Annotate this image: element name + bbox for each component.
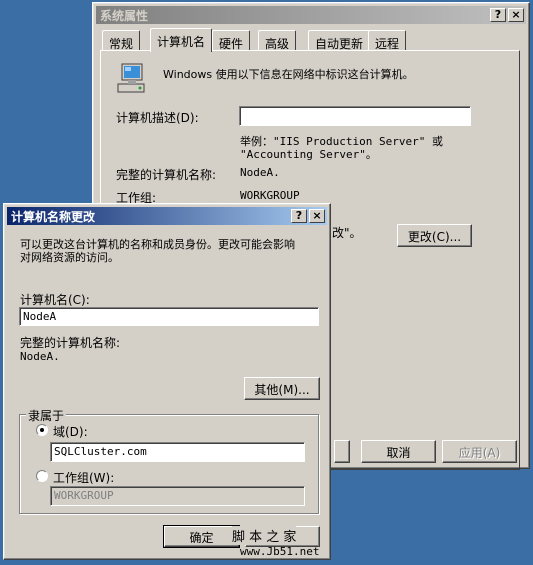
domain-radio[interactable] xyxy=(36,424,48,436)
workgroup-radio-label: 工作组(W): xyxy=(53,471,115,485)
help-button[interactable]: ? xyxy=(490,8,506,22)
dialog-full-name-value: NodeA. xyxy=(20,350,60,363)
member-of-label: 隶属于 xyxy=(26,407,67,424)
apply-button[interactable]: 应用(A) xyxy=(442,440,517,463)
tab-computer-name[interactable]: 计算机名 xyxy=(150,28,213,52)
dialog-title: 计算机名称更改 xyxy=(11,210,96,224)
watermark-text: 脚 本 之 家 xyxy=(232,526,297,545)
dialog-help-icon[interactable]: ? xyxy=(291,209,307,223)
cancel-button[interactable]: 取消 xyxy=(361,440,436,463)
change-button[interactable]: 更改(C)... xyxy=(397,224,472,247)
close-button[interactable]: × xyxy=(508,8,524,22)
tab-advanced[interactable]: 高级 xyxy=(258,30,297,51)
computer-description-label: 计算机描述(D): xyxy=(116,111,199,125)
computer-icon xyxy=(117,63,145,93)
computer-name-input[interactable]: NodeA xyxy=(19,307,319,326)
system-properties-titlebar[interactable]: 系统属性 ? × xyxy=(96,6,526,24)
example-text-2: "Accounting Server"。 xyxy=(240,148,377,161)
dialog-full-name-label: 完整的计算机名称: xyxy=(20,336,121,350)
more-button[interactable]: 其他(M)... xyxy=(244,377,320,400)
tab-hardware[interactable]: 硬件 xyxy=(212,30,251,51)
watermark-url: www.Jb51.net xyxy=(240,545,320,558)
window-title: 系统属性 xyxy=(100,9,149,23)
computer-name-label: 计算机名(C): xyxy=(20,293,90,307)
dialog-ok-button[interactable]: 确定 xyxy=(163,525,240,548)
workgroup-input[interactable]: WORKGROUP xyxy=(50,486,305,506)
full-name-value: NodeA. xyxy=(240,166,280,179)
tab-remote[interactable]: 远程 xyxy=(368,30,407,51)
computer-description-input[interactable] xyxy=(239,106,471,126)
full-name-label: 完整的计算机名称: xyxy=(116,168,217,182)
workgroup-value: WORKGROUP xyxy=(240,189,300,202)
workgroup-radio[interactable] xyxy=(36,470,48,482)
dialog-close-icon[interactable]: × xyxy=(309,209,325,223)
domain-input[interactable]: SQLCluster.com xyxy=(50,442,305,462)
intro-text: Windows 使用以下信息在网络中标识这台计算机。 xyxy=(163,68,414,81)
dialog-intro-line2: 对网络资源的访问。 xyxy=(20,251,119,264)
domain-label: 域(D): xyxy=(53,425,88,439)
tab-auto-update[interactable]: 自动更新 xyxy=(308,30,371,51)
dialog-titlebar[interactable]: 计算机名称更改 ? × xyxy=(7,207,327,225)
ok-button-bg[interactable] xyxy=(334,440,350,463)
tab-general[interactable]: 常规 xyxy=(102,30,141,51)
change-hint-tail: 改"。 xyxy=(332,226,362,240)
